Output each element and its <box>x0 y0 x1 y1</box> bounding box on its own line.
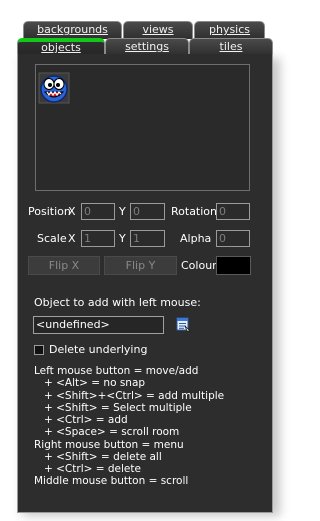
alpha-label: Alpha <box>180 232 212 245</box>
help-line: + <Shift> = Select multiple <box>44 401 192 414</box>
scale-y-label: Y <box>119 232 126 245</box>
scale-x-label: X <box>68 232 76 245</box>
tab-views-label: views <box>142 23 174 36</box>
help-line: + <Space> = scroll room <box>44 426 180 439</box>
tab-tiles[interactable]: tiles <box>189 38 273 55</box>
alpha-field[interactable]: 0 <box>216 230 250 247</box>
help-line: + <Shift>+<Ctrl> = add multiple <box>44 389 225 402</box>
position-label: Position <box>28 205 71 218</box>
help-line: Middle mouse button = scroll <box>34 475 189 488</box>
tab-backgrounds[interactable]: backgrounds <box>23 21 122 39</box>
colour-picker[interactable] <box>216 256 251 275</box>
tab-backgrounds-label: backgrounds <box>37 23 108 36</box>
scale-y-field[interactable]: 1 <box>130 230 165 247</box>
mouse-help-text: Left mouse button = move/add + <Alt> = n… <box>34 365 224 488</box>
delete-underlying-label: Delete underlying <box>49 343 148 356</box>
position-y-field[interactable]: 0 <box>130 203 165 220</box>
tab-views[interactable]: views <box>123 21 193 39</box>
help-line: + <Alt> = no snap <box>44 377 146 390</box>
object-list-icon[interactable] <box>176 317 191 332</box>
scale-x-field[interactable]: 1 <box>81 230 115 247</box>
help-line: + <Shift> = delete all <box>44 450 162 463</box>
tab-tiles-label: tiles <box>219 40 243 53</box>
delete-underlying-checkbox[interactable] <box>34 345 44 355</box>
position-x-field[interactable]: 0 <box>81 203 115 220</box>
rotation-label: Rotation <box>171 205 218 218</box>
tab-physics-label: physics <box>208 23 251 36</box>
tab-settings-label: settings <box>125 40 169 53</box>
object-prompt-label: Object to add with left mouse: <box>34 296 201 309</box>
flip-y-button[interactable]: Flip Y <box>104 256 177 275</box>
help-line: Left mouse button = move/add <box>34 365 199 377</box>
position-y-label: Y <box>119 205 126 218</box>
tab-objects-label: objects <box>41 41 81 54</box>
flip-x-button[interactable]: Flip X <box>28 256 100 275</box>
position-x-label: X <box>68 205 76 218</box>
scale-label: Scale <box>37 232 67 245</box>
tab-objects[interactable]: objects <box>17 38 105 55</box>
monster-sprite-icon[interactable] <box>37 71 71 105</box>
colour-label: Colour <box>181 259 217 272</box>
help-line: + <Ctrl> = delete <box>44 463 141 475</box>
object-select-field[interactable]: <undefined> <box>33 316 164 334</box>
help-line: + <Ctrl> = add <box>44 414 128 426</box>
rotation-field[interactable]: 0 <box>216 203 250 220</box>
tab-physics[interactable]: physics <box>194 21 265 39</box>
help-line: Right mouse button = menu <box>34 438 184 451</box>
tab-settings[interactable]: settings <box>105 38 189 55</box>
